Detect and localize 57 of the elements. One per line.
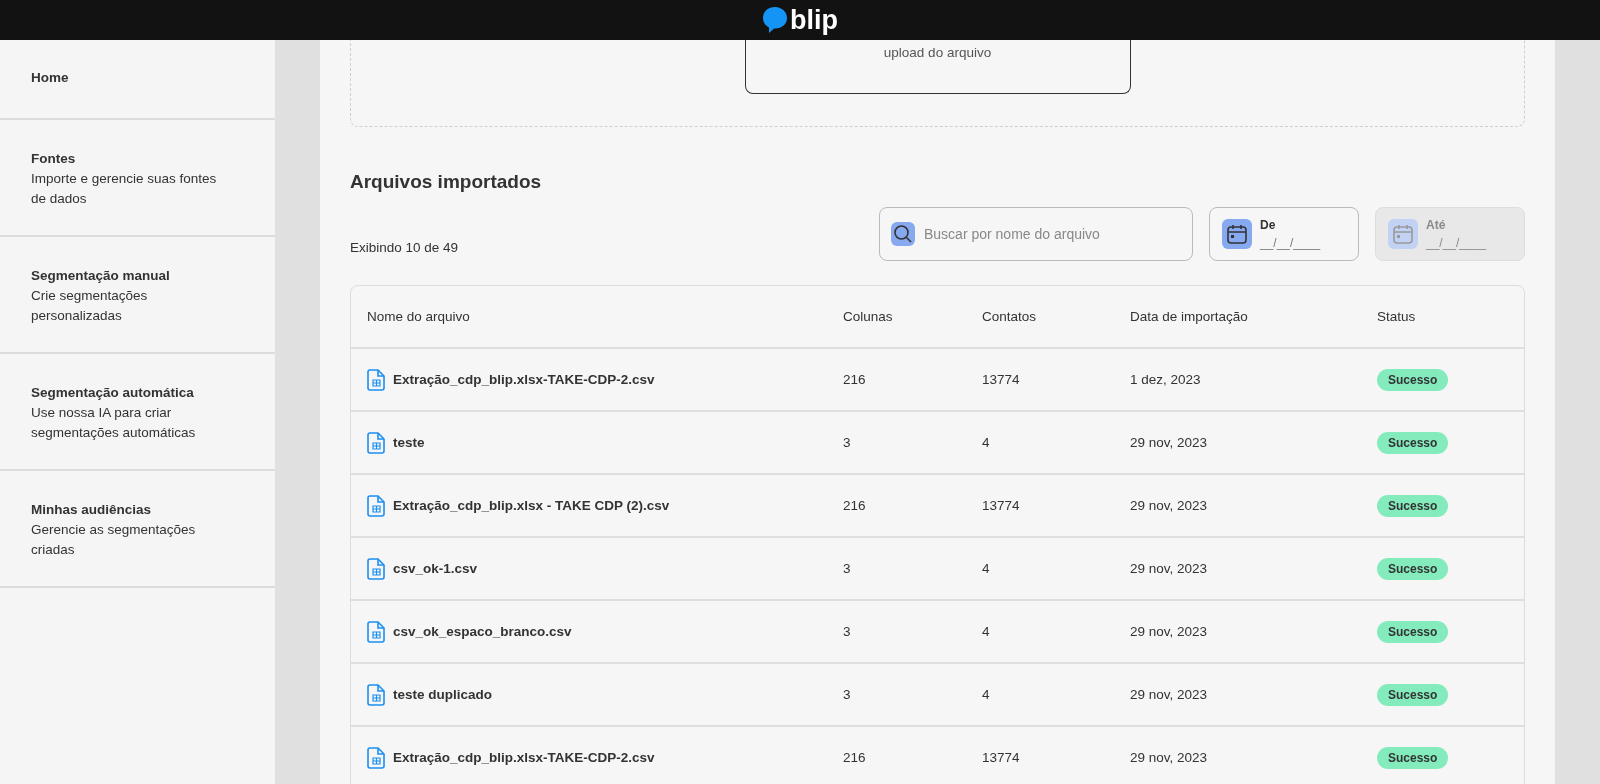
column-header: Status bbox=[1377, 309, 1417, 324]
status-badge: Sucesso bbox=[1377, 683, 1449, 706]
column-header: Data de importação bbox=[1130, 309, 1249, 324]
file-name[interactable]: csv_ok_espaco_branco.csv bbox=[393, 624, 572, 639]
table-cell-text: 1 dez, 2023 bbox=[1130, 372, 1202, 387]
table-cell-text: 13774 bbox=[982, 372, 1021, 387]
table-cell-text: 3 bbox=[843, 435, 852, 450]
spreadsheet-file-icon bbox=[367, 746, 385, 769]
results-count: Exibindo 10 de 49 bbox=[350, 240, 459, 255]
table-cell-text: 216 bbox=[843, 750, 867, 765]
logo-icon bbox=[762, 6, 788, 34]
table-cell-text: 29 nov, 2023 bbox=[1130, 624, 1209, 639]
spreadsheet-file-icon bbox=[367, 683, 385, 706]
table-cell-text: 4 bbox=[982, 624, 991, 639]
search-icon bbox=[891, 222, 915, 246]
file-name[interactable]: teste duplicado bbox=[393, 687, 492, 702]
table-cell-text: 4 bbox=[982, 435, 991, 450]
table-cell-text: 4 bbox=[982, 561, 991, 576]
file-name[interactable]: Extração_cdp_blip.xlsx-TAKE-CDP-2.csv bbox=[393, 750, 655, 765]
status-badge: Sucesso bbox=[1377, 620, 1449, 643]
file-name[interactable]: csv_ok-1.csv bbox=[393, 561, 478, 576]
table-cell-text: 29 nov, 2023 bbox=[1130, 498, 1209, 513]
file-name[interactable]: Extração_cdp_blip.xlsx-TAKE-CDP-2.csv bbox=[393, 372, 655, 387]
calendar-icon bbox=[1222, 219, 1252, 249]
calendar-icon bbox=[1388, 219, 1418, 249]
file-name[interactable]: teste bbox=[393, 435, 425, 450]
table-cell-text: 216 bbox=[843, 372, 867, 387]
status-badge: Sucesso bbox=[1377, 368, 1449, 391]
table-cell-text: 3 bbox=[843, 624, 852, 639]
date-field[interactable]: De __/__/____ bbox=[1209, 207, 1359, 261]
table-cell-text: 29 nov, 2023 bbox=[1130, 750, 1209, 765]
status-badge: Sucesso bbox=[1377, 431, 1449, 454]
spreadsheet-file-icon bbox=[367, 431, 385, 454]
table-cell-text: 29 nov, 2023 bbox=[1130, 687, 1209, 702]
status-badge: Sucesso bbox=[1377, 494, 1449, 517]
spreadsheet-file-icon bbox=[367, 557, 385, 580]
spreadsheet-file-icon bbox=[367, 368, 385, 391]
column-header: Colunas bbox=[843, 309, 894, 324]
table-cell-text: 216 bbox=[843, 498, 867, 513]
table-cell-text: 13774 bbox=[982, 498, 1021, 513]
table-cell-text: 29 nov, 2023 bbox=[1130, 435, 1209, 450]
spreadsheet-file-icon bbox=[367, 620, 385, 643]
table-cell-text: 29 nov, 2023 bbox=[1130, 561, 1209, 576]
column-header: Nome do arquivo bbox=[367, 309, 471, 324]
table-cell-text: 3 bbox=[843, 561, 852, 576]
table-cell-text: 13774 bbox=[982, 750, 1021, 765]
status-badge: Sucesso bbox=[1377, 746, 1449, 769]
file-name[interactable]: Extração_cdp_blip.xlsx - TAKE CDP (2).csv bbox=[393, 498, 670, 513]
spreadsheet-file-icon bbox=[367, 494, 385, 517]
table-cell-text: 4 bbox=[982, 687, 991, 702]
table-cell-text: 3 bbox=[843, 687, 852, 702]
status-badge: Sucesso bbox=[1377, 557, 1449, 580]
column-header: Contatos bbox=[982, 309, 1038, 324]
logo-text: blip bbox=[790, 6, 838, 34]
upload-button[interactable]: upload do arquivo bbox=[744, 40, 1131, 94]
search-field[interactable]: Buscar por nome do arquivo bbox=[879, 207, 1193, 261]
section-title: Arquivos importados bbox=[350, 171, 543, 193]
